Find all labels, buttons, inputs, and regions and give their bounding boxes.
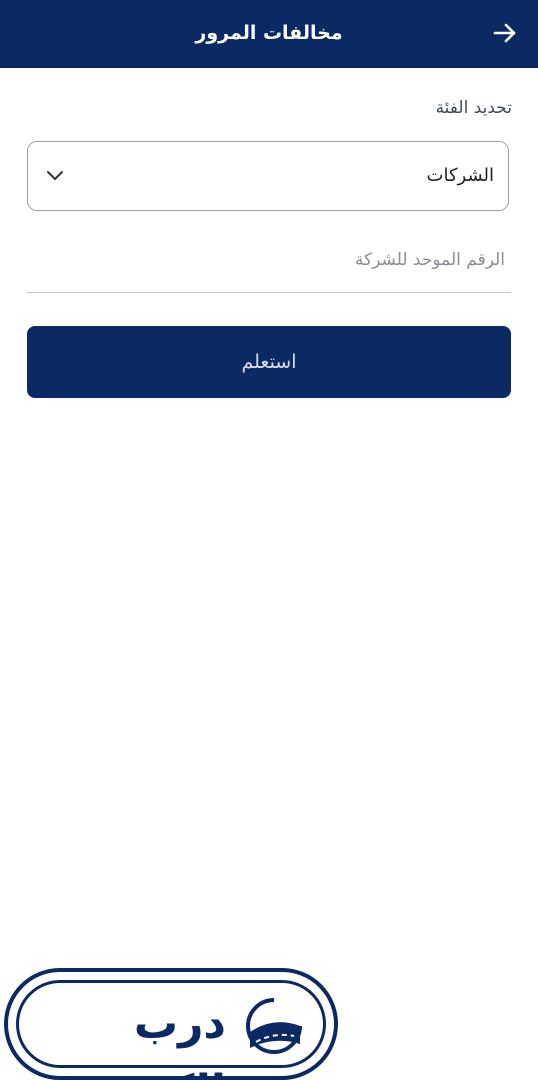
inquire-button[interactable]: استعلم xyxy=(27,326,511,398)
road-icon xyxy=(246,998,302,1054)
page-title: مخالفات المرور xyxy=(195,22,343,44)
brand-logo: درب الكويت xyxy=(4,968,338,1080)
category-selected-value: الشركات xyxy=(426,165,494,186)
category-label: تحديد الفئة xyxy=(435,98,512,118)
chevron-down-icon xyxy=(47,171,63,180)
arrow-right-icon[interactable] xyxy=(492,20,518,46)
company-id-input[interactable] xyxy=(27,232,511,288)
category-select[interactable]: الشركات xyxy=(27,141,509,211)
page: مخالفات المرور تحديد الفئة الشركات استعل… xyxy=(0,0,538,1080)
brand-text: درب الكويت xyxy=(78,998,226,1080)
company-id-field xyxy=(27,232,511,293)
app-header: مخالفات المرور xyxy=(0,0,538,68)
